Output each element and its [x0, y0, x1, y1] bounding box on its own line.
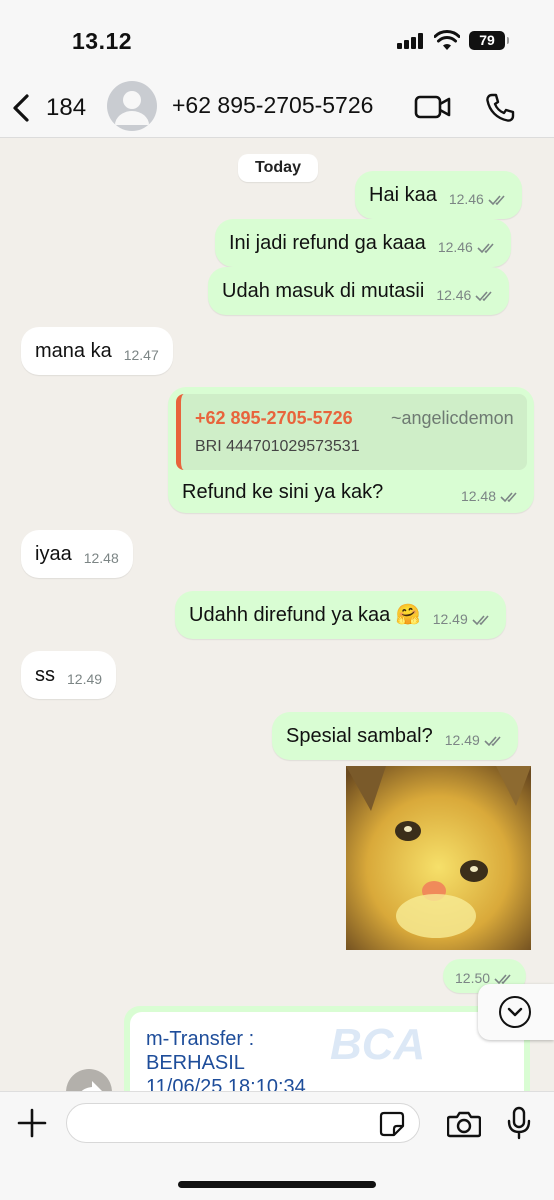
- phone-call-icon[interactable]: [484, 92, 516, 124]
- forward-button[interactable]: [66, 1069, 112, 1091]
- quoted-message[interactable]: +62 895-2705-5726 ~angelicdemon BRI 4447…: [176, 394, 527, 470]
- message-time: 12.46: [437, 239, 473, 255]
- wifi-icon: [434, 30, 460, 50]
- quoted-text: BRI 444701029573531: [195, 438, 360, 455]
- message-incoming[interactable]: iyaa 12.48: [21, 530, 133, 578]
- status-bar: 13.12 79: [0, 0, 554, 80]
- message-time: 12.46: [436, 287, 472, 303]
- double-check-icon: [477, 243, 494, 254]
- message-outgoing-reply[interactable]: +62 895-2705-5726 ~angelicdemon BRI 4447…: [168, 387, 534, 513]
- message-outgoing[interactable]: Udah masuk di mutasii 12.46: [208, 267, 510, 315]
- home-indicator: [178, 1181, 376, 1188]
- message-input-bar: [0, 1091, 554, 1200]
- message-incoming[interactable]: ss 12.49: [21, 651, 117, 699]
- message-time: 12.48: [83, 550, 119, 566]
- message-input[interactable]: [66, 1103, 420, 1143]
- message-time: 12.49: [444, 732, 480, 748]
- message-time: 12.46: [448, 191, 484, 207]
- scroll-down-button[interactable]: [478, 984, 554, 1040]
- receipt-line: BERHASIL: [146, 1052, 245, 1074]
- message-text: Refund ke sini ya kak?: [182, 480, 384, 503]
- double-check-icon: [488, 195, 505, 206]
- double-check-icon: [472, 615, 489, 626]
- message-outgoing[interactable]: Spesial sambal? 12.49: [272, 712, 518, 760]
- avatar[interactable]: [107, 81, 157, 131]
- mic-icon[interactable]: [506, 1106, 532, 1140]
- chat-header: 184 +62 895-2705-5726: [0, 80, 554, 138]
- message-text: Udahh direfund ya kaa 🤗: [189, 604, 421, 626]
- receipt-line: 11/06/25 18:10:34: [146, 1076, 306, 1091]
- double-check-icon: [475, 291, 492, 302]
- message-text: ss: [35, 664, 55, 686]
- message-time: 12.49: [67, 671, 103, 687]
- message-outgoing[interactable]: Ini jadi refund ga kaaa 12.46: [215, 219, 511, 267]
- receipt-image-message[interactable]: BCA m-Transfer : BERHASIL 11/06/25 18:10…: [124, 1006, 530, 1091]
- message-text: iyaa: [35, 543, 72, 565]
- message-outgoing[interactable]: Hai kaa 12.46: [355, 171, 522, 219]
- battery-icon: 79: [469, 31, 509, 50]
- avatar-icon: [115, 91, 149, 125]
- date-chip: Today: [238, 154, 318, 182]
- quoted-sender: +62 895-2705-5726: [195, 408, 353, 428]
- message-text: Udah masuk di mutasii: [222, 280, 425, 302]
- message-incoming[interactable]: mana ka 12.47: [21, 327, 173, 375]
- back-button[interactable]: 184: [10, 90, 86, 126]
- video-call-icon[interactable]: [414, 94, 452, 120]
- sticker-image[interactable]: [346, 766, 531, 950]
- signal-icon: [397, 33, 425, 49]
- chat-area[interactable]: Today Hai kaa 12.46 Ini jadi refund ga ka…: [0, 139, 554, 1091]
- cat-sticker-illustration: [346, 766, 531, 950]
- message-text: Ini jadi refund ga kaaa: [229, 232, 426, 254]
- camera-icon[interactable]: [447, 1110, 481, 1138]
- message-time: 12.47: [123, 347, 159, 363]
- status-time: 13.12: [72, 28, 133, 54]
- forward-icon: [81, 1081, 102, 1091]
- sticker-icon[interactable]: [379, 1111, 405, 1137]
- unread-count: 184: [46, 94, 87, 121]
- receipt-image[interactable]: BCA m-Transfer : BERHASIL 11/06/25 18:10…: [130, 1012, 524, 1091]
- message-text: Spesial sambal?: [286, 725, 433, 747]
- quoted-alias: ~angelicdemon: [391, 408, 514, 428]
- message-text: mana ka: [35, 340, 112, 362]
- message-time: 12.48: [460, 487, 496, 504]
- bca-watermark: BCA: [330, 1020, 426, 1069]
- double-check-icon: [500, 492, 517, 503]
- message-time: 12.50: [455, 969, 491, 986]
- message-text: Hai kaa: [369, 184, 437, 206]
- contact-name[interactable]: +62 895-2705-5726: [172, 92, 373, 119]
- plus-icon[interactable]: [17, 1108, 47, 1138]
- receipt-line: m-Transfer :: [146, 1028, 255, 1050]
- message-time: 12.49: [432, 611, 468, 627]
- double-check-icon: [484, 736, 501, 747]
- scroll-down-icon: [499, 996, 531, 1028]
- message-outgoing[interactable]: Udahh direfund ya kaa 🤗 12.49: [175, 591, 506, 639]
- back-chevron-icon: [13, 94, 29, 122]
